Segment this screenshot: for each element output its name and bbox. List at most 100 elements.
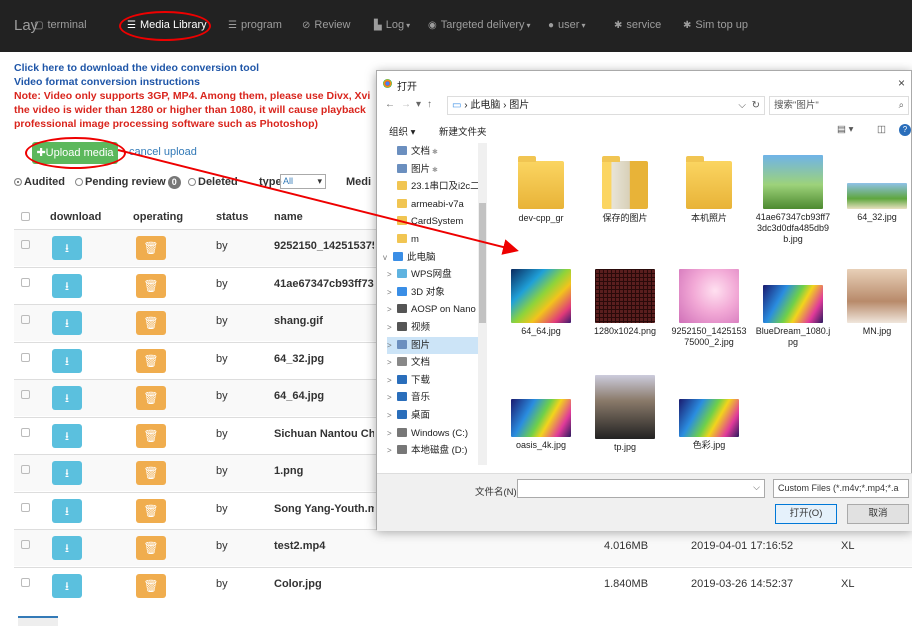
download-icon[interactable]: ⭳	[52, 536, 82, 560]
type-select[interactable]: All	[280, 174, 326, 189]
radio-deleted[interactable]: Deleted	[188, 176, 238, 188]
delete-icon[interactable]: 🗑	[136, 536, 166, 560]
format-conversion-link[interactable]: Video format conversion instructions	[14, 76, 200, 88]
breadcrumb-pictures[interactable]: 图片	[509, 100, 529, 111]
expand-chevron-icon[interactable]: >	[387, 319, 395, 336]
download-icon[interactable]: ⭳	[52, 386, 82, 410]
nav-tree-item[interactable]: 文档 ✱	[387, 143, 481, 160]
nav-item-sim-top-up[interactable]: ✱ Sim top up	[683, 19, 748, 31]
nav-tree-item[interactable]: > 下载	[387, 372, 481, 389]
nav-tree-item[interactable]: CardSystem	[387, 213, 481, 230]
up-arrow-icon[interactable]: ↑	[427, 99, 432, 110]
row-checkbox[interactable]	[21, 277, 30, 287]
nav-tree-item[interactable]: 23.1串口及i2c二	[387, 178, 481, 195]
refresh-icon[interactable]: ↻	[752, 97, 760, 114]
row-checkbox[interactable]	[21, 502, 30, 512]
nav-item-terminal[interactable]: ▢ terminal	[34, 19, 87, 31]
row-checkbox[interactable]	[21, 240, 30, 249]
download-icon[interactable]: ⭳	[52, 423, 82, 448]
pin-icon[interactable]: ✱	[430, 149, 438, 156]
row-checkbox[interactable]	[21, 465, 30, 474]
delete-icon[interactable]: 🗑	[136, 236, 166, 260]
file-tile[interactable]: 64_64.jpg	[497, 269, 585, 337]
nav-tree-item[interactable]: > WPS网盘	[387, 266, 481, 283]
view-options-icon[interactable]: ▤ ▾	[837, 124, 853, 135]
nav-tree-item[interactable]: armeabi-v7a	[387, 196, 481, 213]
delete-icon[interactable]: 🗑	[136, 348, 166, 373]
delete-icon[interactable]: 🗑	[136, 573, 166, 598]
expand-chevron-icon[interactable]: >	[387, 442, 395, 459]
file-tile[interactable]: 41ae67347cb93ff73dc3d0dfa485db9b.jpg	[749, 155, 837, 245]
nav-tree-item[interactable]: >3D 对象	[387, 284, 481, 301]
nav-tree-item[interactable]: 图片 ✱	[387, 161, 481, 178]
chevron-down-icon[interactable]: ⌵	[738, 97, 746, 114]
nav-tree-item[interactable]: > 视频	[387, 319, 481, 336]
file-type-filter[interactable]: Custom Files (*.m4v;*.mp4;*.a	[773, 479, 909, 498]
download-icon[interactable]: ⭳	[52, 573, 82, 598]
nav-tree-item[interactable]: > 本地磁盘 (D:)	[387, 442, 481, 459]
back-arrow-icon[interactable]: ←	[385, 99, 395, 110]
delete-icon[interactable]: 🗑	[136, 386, 166, 410]
download-icon[interactable]: ⭳	[52, 311, 82, 335]
nav-tree-item[interactable]: > AOSP on Nano	[387, 301, 481, 318]
file-tile[interactable]: dev-cpp_gr	[497, 155, 585, 224]
nav-tree-item[interactable]: > 文档	[387, 354, 481, 371]
row-checkbox[interactable]	[21, 315, 30, 324]
new-folder-button[interactable]: 新建文件夹	[439, 124, 487, 138]
nav-tree-item[interactable]: > 图片	[387, 336, 481, 354]
file-tile[interactable]: 色彩.jpg	[665, 383, 753, 451]
nav-item-program[interactable]: ☰ program	[228, 19, 282, 31]
delete-icon[interactable]: 🗑	[136, 461, 166, 485]
expand-chevron-icon[interactable]: >	[387, 425, 395, 442]
file-tile[interactable]: 保存的图片	[581, 155, 669, 224]
nav-pane-scrollbar[interactable]	[478, 143, 487, 465]
file-tile[interactable]: 64_32.jpg	[833, 155, 912, 223]
expand-chevron-icon[interactable]: >	[387, 284, 395, 301]
delete-icon[interactable]: 🗑	[136, 273, 166, 298]
expand-chevron-icon[interactable]: v	[383, 249, 391, 266]
nav-item-log[interactable]: ▙ Log ▾	[374, 19, 410, 31]
forward-arrow-icon[interactable]: →	[401, 99, 411, 110]
search-input[interactable]: 搜索"图片" ⌕	[769, 96, 909, 115]
pagination[interactable]	[18, 616, 58, 626]
expand-chevron-icon[interactable]: >	[387, 372, 395, 389]
row-checkbox[interactable]	[21, 390, 30, 399]
recent-chevron-icon[interactable]: ▾	[416, 99, 421, 110]
expand-chevron-icon[interactable]: >	[387, 266, 395, 283]
row-checkbox[interactable]	[21, 352, 30, 362]
nav-tree-item[interactable]: > 桌面	[387, 407, 481, 424]
radio-pending-review[interactable]: Pending review 0	[75, 176, 181, 189]
cancel-button[interactable]: 取消	[847, 504, 909, 524]
organize-menu[interactable]: 组织 ▾	[389, 124, 415, 138]
address-bar[interactable]: ▭ › 此电脑 › 图片 ⌵ ↻	[447, 96, 765, 115]
open-button[interactable]: 打开(O)	[775, 504, 837, 524]
row-checkbox[interactable]	[21, 540, 30, 549]
nav-item-review[interactable]: ⊘ Review	[302, 19, 350, 31]
nav-tree-item[interactable]: > 音乐	[387, 389, 481, 406]
download-icon[interactable]: ⭳	[52, 498, 82, 523]
pin-icon[interactable]: ✱	[430, 167, 438, 174]
nav-item-user[interactable]: ● user ▾	[548, 19, 585, 31]
breadcrumb-this-pc[interactable]: 此电脑	[470, 100, 500, 111]
delete-icon[interactable]: 🗑	[136, 498, 166, 523]
nav-tree-item[interactable]: v 此电脑	[383, 249, 481, 266]
file-tile[interactable]: 9252150_142515375000_2.jpg	[665, 269, 753, 348]
file-tile[interactable]: 1280x1024.png	[581, 269, 669, 337]
nav-item-targeted-delivery[interactable]: ◉ Targeted delivery ▾	[428, 19, 531, 31]
close-icon[interactable]: ×	[898, 76, 905, 90]
select-all-checkbox[interactable]	[21, 212, 30, 221]
download-icon[interactable]: ⭳	[52, 273, 82, 298]
preview-pane-icon[interactable]: ◫	[877, 124, 886, 135]
file-tile[interactable]: tp.jpg	[581, 375, 669, 453]
download-icon[interactable]: ⭳	[52, 461, 82, 485]
download-icon[interactable]: ⭳	[52, 348, 82, 373]
cancel-upload-link[interactable]: cancel upload	[129, 146, 197, 158]
file-tile[interactable]: BlueDream_1080.jpg	[749, 269, 837, 348]
row-checkbox[interactable]	[21, 427, 30, 437]
chevron-down-icon[interactable]: ⌵	[753, 482, 760, 493]
delete-icon[interactable]: 🗑	[136, 423, 166, 448]
expand-chevron-icon[interactable]: >	[387, 337, 395, 354]
expand-chevron-icon[interactable]: >	[387, 354, 395, 371]
file-tile[interactable]: MN.jpg	[833, 269, 912, 337]
radio-audited[interactable]: Audited	[14, 176, 65, 188]
